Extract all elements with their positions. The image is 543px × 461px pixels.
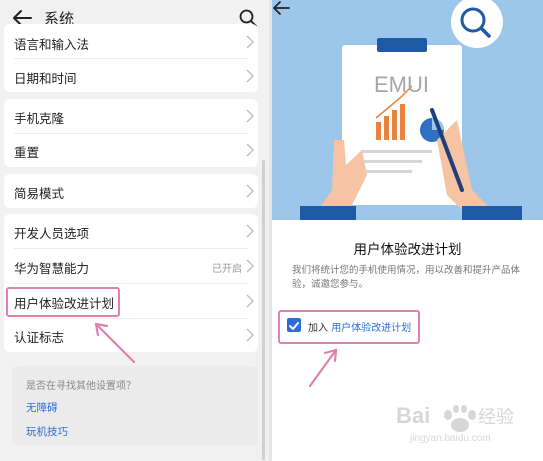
settings-item-label: 日期和时间	[14, 71, 77, 86]
chevron-right-icon	[246, 143, 254, 157]
join-checkbox[interactable]	[287, 318, 301, 332]
chevron-right-icon	[246, 35, 254, 49]
settings-item-label: 手机克隆	[14, 111, 65, 126]
svg-text:jingyan.baidu.com: jingyan.baidu.com	[409, 433, 491, 444]
settings-item-language-input[interactable]: 语言和输入法	[4, 25, 258, 59]
join-program-link[interactable]: 用户体验改进计划	[331, 323, 411, 334]
settings-item-label: 认证标志	[14, 330, 65, 345]
status-value: 已开启	[212, 264, 242, 275]
settings-item-label: 华为智慧能力	[14, 261, 90, 276]
highlight-box	[6, 287, 120, 317]
settings-item-huawei-ai[interactable]: 华为智慧能力 已开启	[4, 249, 258, 283]
svg-text:Bai: Bai	[396, 403, 430, 428]
settings-group-clone: 手机克隆 重置	[4, 99, 258, 167]
settings-group-language: 语言和输入法 日期和时间	[4, 24, 258, 92]
settings-item-phone-clone[interactable]: 手机克隆	[4, 99, 258, 133]
hero-emui-text: EMUI	[374, 72, 429, 97]
tips-link[interactable]: 玩机技巧	[26, 424, 68, 439]
scrollbar[interactable]	[262, 160, 265, 460]
settings-item-label: 简易模式	[14, 186, 65, 201]
settings-item-date-time[interactable]: 日期和时间	[4, 59, 258, 93]
settings-item-label: 语言和输入法	[14, 37, 90, 52]
chevron-right-icon	[246, 294, 254, 308]
chevron-right-icon	[246, 259, 254, 273]
chevron-right-icon	[246, 224, 254, 238]
settings-group-simple: 简易模式	[4, 174, 258, 208]
back-arrow-icon[interactable]	[272, 0, 290, 16]
settings-item-label: 重置	[14, 145, 40, 160]
suggestion-card: 是否在寻找其他设置项？ 无障碍 玩机技巧	[12, 366, 258, 446]
chevron-right-icon	[246, 69, 254, 83]
settings-item-reset[interactable]: 重置	[4, 133, 258, 167]
settings-item-simple-mode[interactable]: 简易模式	[4, 174, 258, 208]
accessibility-link[interactable]: 无障碍	[26, 400, 58, 415]
chevron-right-icon	[246, 184, 254, 198]
hero-illustration: EMUI	[272, 0, 543, 220]
clipboard-illustration: EMUI	[300, 0, 522, 220]
chevron-right-icon	[246, 328, 254, 342]
settings-item-label: 开发人员选项	[14, 226, 90, 241]
pointer-arrow-icon	[308, 348, 338, 388]
user-experience-panel: EMUI 用户体验改进计划 我们将统计您的手机使用情况，用以改善和提升产品体验，…	[272, 0, 543, 461]
suggestion-question: 是否在寻找其他设置项？	[26, 381, 136, 392]
system-settings-panel: 系统 语言和输入法 日期和时间 手机克隆 重置 简易模式 开发人员选项 华为智慧…	[0, 0, 269, 461]
join-label: 加入 用户体验改进计划	[308, 319, 411, 334]
program-description: 我们将统计您的手机使用情况，用以改善和提升产品体验，诚邀您参与。	[292, 265, 521, 290]
chevron-right-icon	[246, 109, 254, 123]
settings-item-developer-options[interactable]: 开发人员选项	[4, 214, 258, 248]
join-prefix: 加入	[308, 323, 332, 334]
pointer-arrow-icon	[94, 322, 136, 364]
baidu-watermark-logo: Bai 经验 jingyan.baidu.com	[396, 403, 514, 444]
checkmark-icon	[289, 322, 299, 330]
program-title: 用户体验改进计划	[353, 242, 462, 258]
svg-text:经验: 经验	[478, 407, 514, 427]
